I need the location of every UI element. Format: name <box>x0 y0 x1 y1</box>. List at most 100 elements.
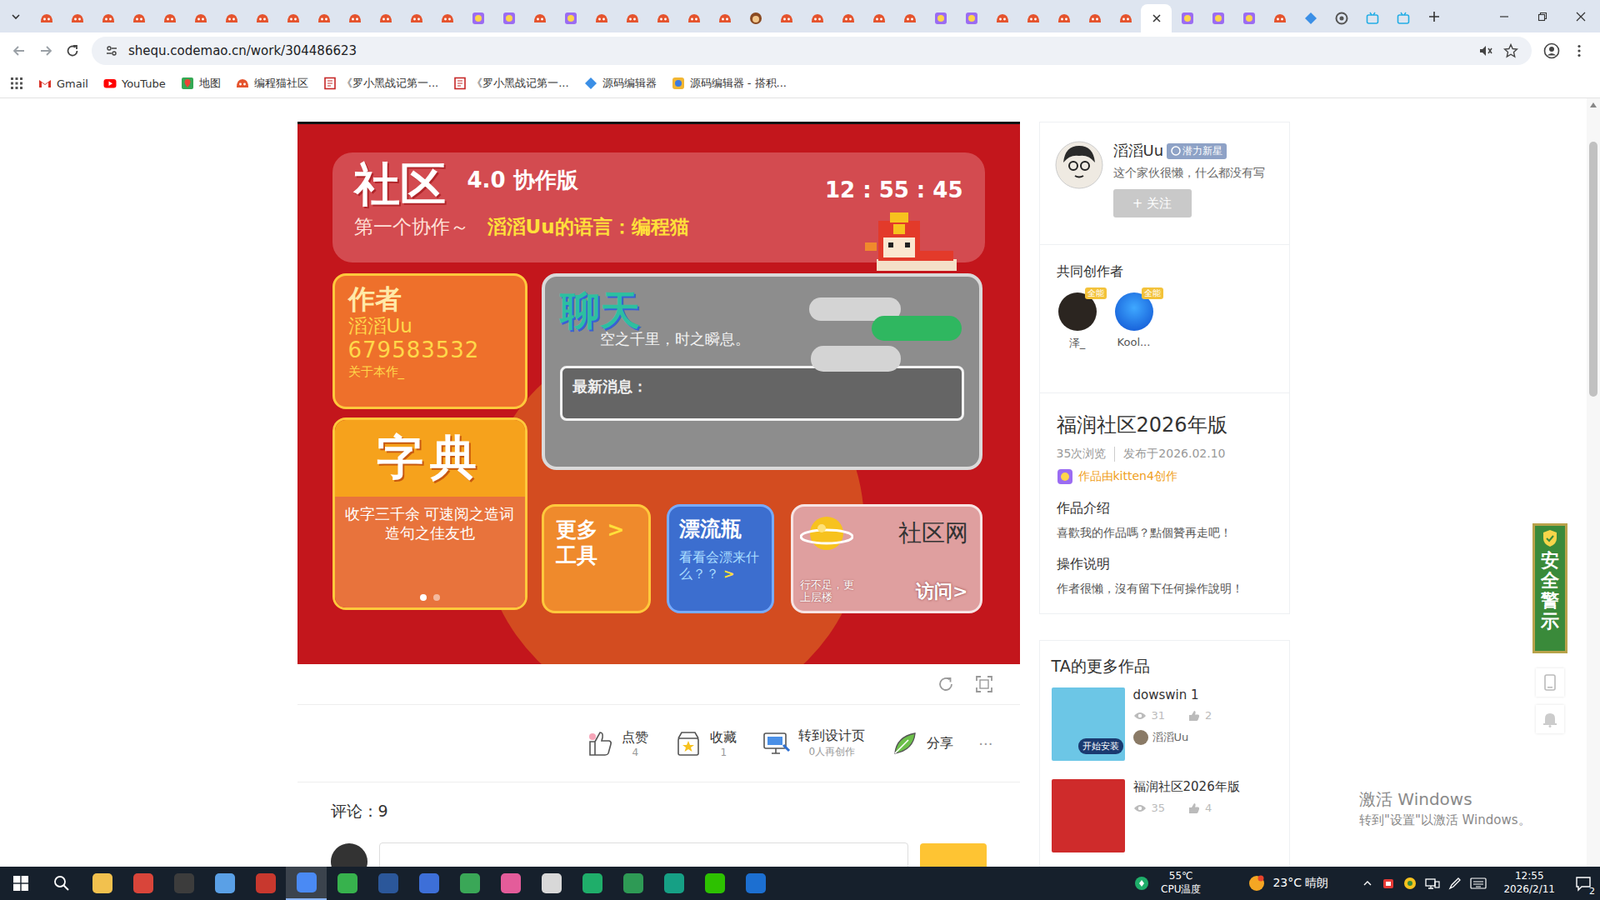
browser-tab[interactable] <box>1171 4 1203 33</box>
taskbar-app[interactable] <box>245 866 286 900</box>
notice-button[interactable] <box>1535 705 1565 734</box>
taskbar-app[interactable] <box>694 866 735 900</box>
network-icon[interactable] <box>1425 876 1440 890</box>
bookmark-label[interactable]: 《罗小黑战记第一... <box>471 75 569 91</box>
action-button[interactable]: 转到设计页0人再创作 <box>761 727 865 760</box>
taskbar-app[interactable] <box>285 866 327 900</box>
browser-tab[interactable] <box>61 4 93 33</box>
browser-tab[interactable] <box>647 4 679 33</box>
browser-tab[interactable] <box>215 4 247 33</box>
author-name[interactable]: 滔滔Uu <box>1113 140 1165 161</box>
browser-tab[interactable] <box>277 4 309 33</box>
dictionary-card[interactable]: 字典收字三千余 可速阅之造词造句之佳友也 <box>332 417 528 610</box>
profile-icon[interactable] <box>1543 42 1560 60</box>
menu-icon[interactable] <box>1571 43 1587 59</box>
apps-grid-icon[interactable] <box>10 76 24 90</box>
carousel-dot[interactable] <box>420 594 427 601</box>
browser-tab[interactable] <box>1387 4 1419 33</box>
taskbar-app[interactable] <box>571 866 613 900</box>
clock[interactable]: 12:552026/2/11 <box>1503 870 1555 896</box>
comment-input[interactable] <box>379 842 909 867</box>
browser-tab[interactable] <box>400 4 432 33</box>
browser-tab[interactable] <box>1110 4 1141 33</box>
taskbar-app[interactable] <box>408 866 450 900</box>
restore-button[interactable] <box>1523 0 1562 33</box>
taskbar-app[interactable] <box>490 866 531 900</box>
browser-tab[interactable] <box>30 4 62 33</box>
work-item[interactable]: 开始安装dowswin 1312滔滔Uu <box>1051 687 1278 761</box>
browser-tab[interactable] <box>770 4 802 33</box>
coauthor-item[interactable]: 全能泽_ <box>1056 292 1099 351</box>
work-stage[interactable]: 社区4.0 协作版12 : 55 : 45第一个协作～滔滔Uu的语言：编程猫作者… <box>297 121 1020 665</box>
browser-tab[interactable] <box>1017 4 1049 33</box>
taskbar-app[interactable] <box>81 866 123 900</box>
browser-tab[interactable] <box>92 4 124 33</box>
action-button[interactable]: 分享 <box>890 728 954 759</box>
bookmark-item[interactable]: 源码编辑器 <box>584 75 657 91</box>
browser-tab[interactable] <box>925 4 956 33</box>
work-item[interactable]: 福润社区2026年版354 <box>1051 779 1278 853</box>
pen-icon[interactable] <box>1448 876 1462 890</box>
browser-tab[interactable] <box>339 4 370 33</box>
bookmark-item[interactable]: YouTube <box>103 76 166 90</box>
taskbar-app[interactable] <box>122 866 164 900</box>
bookmark-item[interactable]: 《罗小黑战记第一... <box>453 75 569 91</box>
taskbar-app[interactable] <box>612 866 654 900</box>
browser-tab[interactable] <box>1295 4 1326 33</box>
browser-tab[interactable] <box>1325 4 1357 33</box>
taskbar-app[interactable] <box>653 866 695 900</box>
carousel-dot[interactable] <box>433 594 440 601</box>
page-scrollbar[interactable] <box>1586 98 1600 867</box>
action-label[interactable]: 分享 <box>926 735 954 753</box>
work-item-title[interactable]: 福润社区2026年版 <box>1133 779 1240 795</box>
browser-tab[interactable] <box>123 4 155 33</box>
bookmark-label[interactable]: 源码编辑器 <box>602 75 657 91</box>
scroll-up-icon[interactable] <box>1589 101 1598 109</box>
url-text[interactable]: shequ.codemao.cn/work/304486623 <box>128 43 357 59</box>
browser-tab[interactable] <box>462 4 494 33</box>
cpu-temperature[interactable]: 55℃CPU温度 <box>1160 870 1201 896</box>
start-button[interactable] <box>0 866 41 900</box>
made-with-link[interactable]: 作品由kitten4创作 <box>1056 468 1273 485</box>
chat-panel[interactable]: 聊天空之千里，时之瞬息。最新消息： <box>541 273 983 470</box>
taskbar-app[interactable] <box>163 866 205 900</box>
more-button[interactable]: ··· <box>978 735 993 753</box>
browser-tab[interactable] <box>585 4 617 33</box>
keyboard-icon[interactable] <box>1470 877 1487 890</box>
browser-tab[interactable] <box>616 4 648 33</box>
browser-tab[interactable] <box>246 4 278 33</box>
work-item-author[interactable]: 滔滔Uu <box>1152 730 1190 745</box>
bookmark-item[interactable]: Gmail <box>38 76 89 90</box>
send-comment-button[interactable] <box>920 843 987 867</box>
accelerator-icon[interactable] <box>1134 875 1150 891</box>
action-label[interactable]: 点赞 <box>621 729 649 747</box>
browser-tab[interactable] <box>1202 4 1234 33</box>
taskbar-app[interactable] <box>735 866 776 900</box>
safety-warning-button[interactable]: 安全警示 <box>1532 523 1568 654</box>
bookmark-label[interactable]: 《罗小黑战记第一... <box>341 75 439 91</box>
action-button[interactable]: 点赞4 <box>585 728 649 759</box>
work-thumbnail[interactable] <box>1051 779 1125 853</box>
close-window-button[interactable] <box>1561 0 1600 33</box>
weather-widget[interactable]: 23°C 晴朗 <box>1247 874 1329 893</box>
browser-tab[interactable] <box>894 4 925 33</box>
minimize-button[interactable] <box>1485 0 1524 33</box>
action-label[interactable]: 收藏 <box>710 729 737 747</box>
bookmark-item[interactable]: 编程猫社区 <box>235 75 309 91</box>
work-thumbnail[interactable]: 开始安装 <box>1051 687 1125 761</box>
back-arrow-icon[interactable] <box>11 43 27 59</box>
coauthor-name[interactable]: 泽_ <box>1069 335 1086 351</box>
about-link[interactable]: 关于本作_ <box>348 364 512 381</box>
more-tools-card[interactable]: 更多>工具 <box>541 504 651 614</box>
new-tab-button[interactable] <box>1418 0 1450 33</box>
app-tray-icon[interactable] <box>1403 876 1417 890</box>
browser-tab[interactable] <box>524 4 555 33</box>
forward-arrow-icon[interactable] <box>38 43 54 59</box>
browser-tab[interactable] <box>678 4 710 33</box>
bookmark-item[interactable]: 《罗小黑战记第一... <box>323 75 439 91</box>
coauthor-item[interactable]: 全能Kool... <box>1113 292 1155 351</box>
bookmark-label[interactable]: 地图 <box>199 75 221 91</box>
drift-bottle-card[interactable]: 漂流瓶看看会漂来什么？？ > <box>666 504 775 614</box>
browser-tab[interactable] <box>955 4 987 33</box>
browser-tab[interactable] <box>431 4 463 33</box>
